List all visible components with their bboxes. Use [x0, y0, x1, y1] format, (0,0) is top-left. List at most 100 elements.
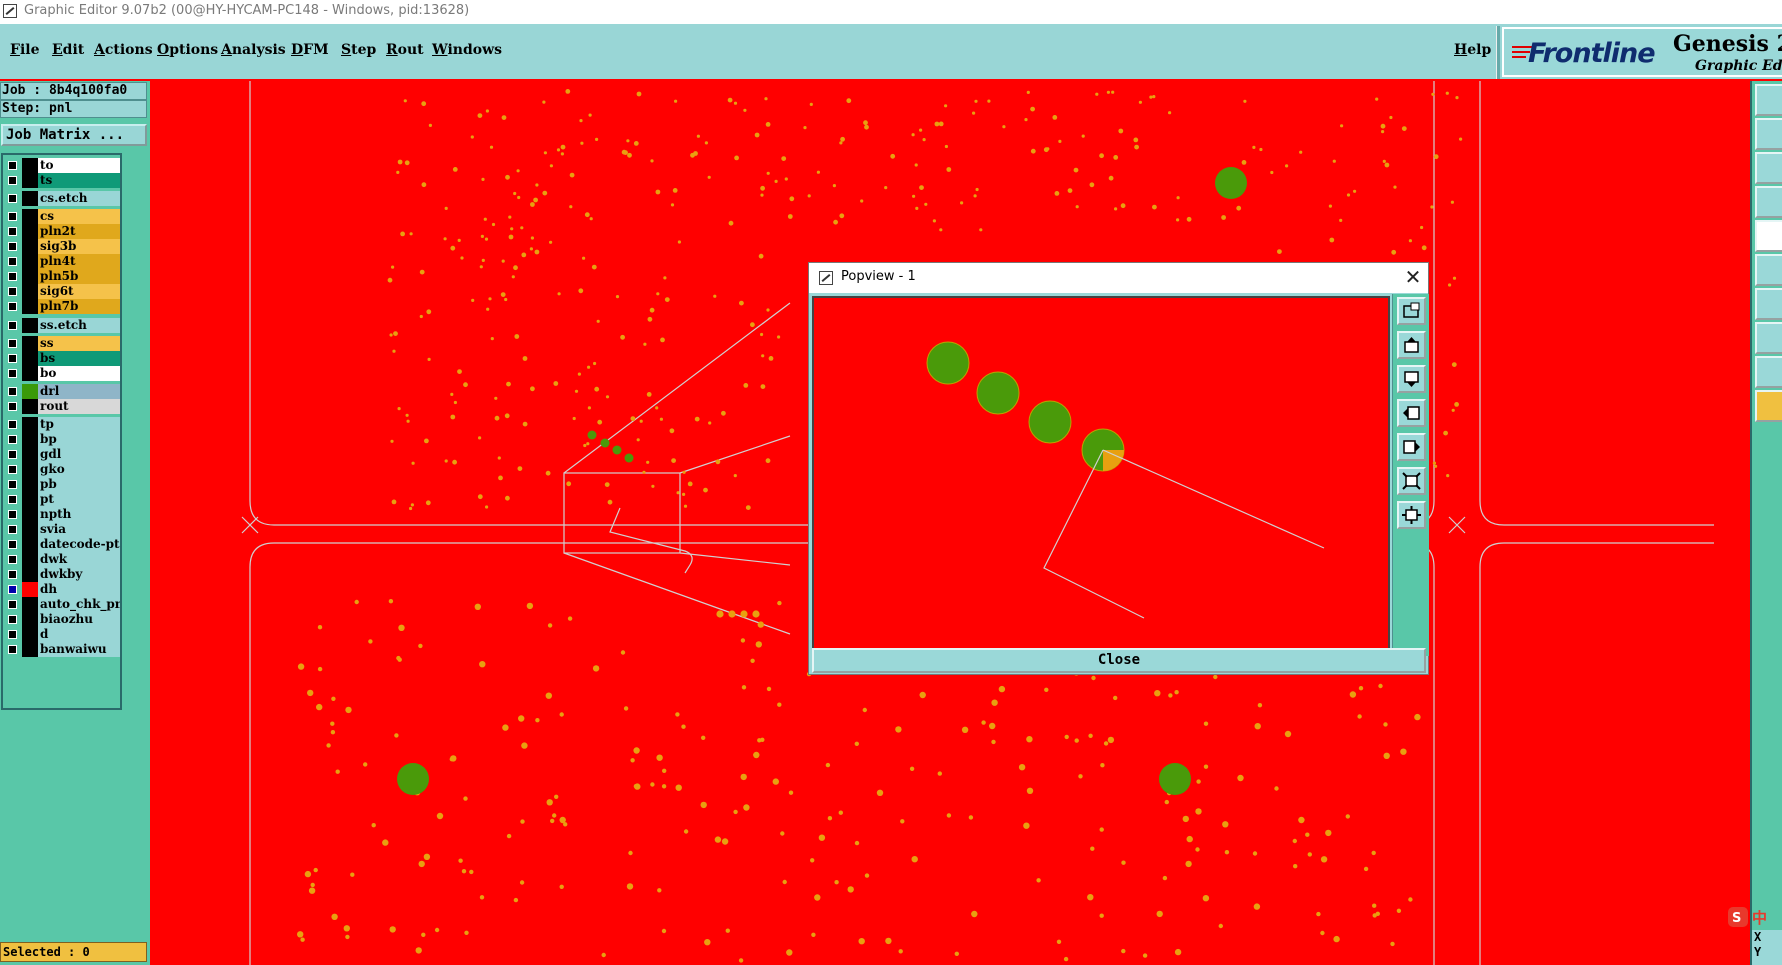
- layer-checkbox[interactable]: [8, 194, 17, 203]
- layer-row[interactable]: sig3b: [3, 239, 120, 254]
- layer-row[interactable]: gdl: [3, 447, 120, 462]
- menu-step[interactable]: Step: [341, 42, 376, 58]
- layer-row[interactable]: auto_chk_pnl: [3, 597, 120, 612]
- layer-row[interactable]: pb: [3, 477, 120, 492]
- layer-checkbox[interactable]: [8, 302, 17, 311]
- layer-checkbox[interactable]: [8, 402, 17, 411]
- menu-rout[interactable]: Rout: [386, 42, 424, 58]
- layer-color-swatch[interactable]: [22, 432, 38, 447]
- popview-viewport[interactable]: [812, 296, 1390, 655]
- layer-name[interactable]: datecode-ptc: [38, 537, 120, 552]
- layer-checkbox[interactable]: [8, 161, 17, 170]
- layer-name[interactable]: pln4t: [38, 254, 120, 269]
- layer-color-swatch[interactable]: [22, 507, 38, 522]
- layer-row[interactable]: bo: [3, 366, 120, 381]
- layer-color-swatch[interactable]: [22, 269, 38, 284]
- layer-color-swatch[interactable]: [22, 158, 38, 173]
- layer-row[interactable]: to: [3, 158, 120, 173]
- layer-name[interactable]: auto_chk_pnl: [38, 597, 120, 612]
- layer-color-swatch[interactable]: [22, 336, 38, 351]
- layer-row[interactable]: sig6t: [3, 284, 120, 299]
- layer-checkbox[interactable]: [8, 555, 17, 564]
- layer-name[interactable]: ss.etch: [38, 318, 120, 333]
- zoom-home-icon[interactable]: [1397, 501, 1426, 529]
- layer-row[interactable]: pln2t: [3, 224, 120, 239]
- layer-row[interactable]: ss: [3, 336, 120, 351]
- net-tool-icon[interactable]: [1755, 254, 1782, 286]
- layer-checkbox[interactable]: [8, 257, 17, 266]
- layer-color-swatch[interactable]: [22, 366, 38, 381]
- pan-right-icon[interactable]: [1397, 433, 1426, 461]
- menu-actions[interactable]: Actions: [94, 42, 153, 58]
- snap-tool-icon[interactable]: [1755, 322, 1782, 354]
- layer-color-swatch[interactable]: [22, 173, 38, 188]
- layer-name[interactable]: pt: [38, 492, 120, 507]
- layer-checkbox[interactable]: [8, 212, 17, 221]
- layer-checkbox[interactable]: [8, 369, 17, 378]
- layer-row[interactable]: svia: [3, 522, 120, 537]
- layer-row[interactable]: npth: [3, 507, 120, 522]
- layer-name[interactable]: ss: [38, 336, 120, 351]
- menu-file[interactable]: File: [10, 42, 40, 58]
- layer-row[interactable]: banwaiwu: [3, 642, 120, 657]
- layer-row[interactable]: datecode-ptc: [3, 537, 120, 552]
- layer-checkbox[interactable]: [8, 480, 17, 489]
- layer-color-swatch[interactable]: [22, 351, 38, 366]
- layer-name[interactable]: dh: [38, 582, 120, 597]
- layer-checkbox[interactable]: [8, 242, 17, 251]
- layer-checkbox[interactable]: [8, 615, 17, 624]
- layer-row[interactable]: pln4t: [3, 254, 120, 269]
- layer-name[interactable]: banwaiwu: [38, 642, 120, 657]
- layer-checkbox[interactable]: [8, 630, 17, 639]
- layer-color-swatch[interactable]: [22, 612, 38, 627]
- layer-color-swatch[interactable]: [22, 209, 38, 224]
- layer-color-swatch[interactable]: [22, 284, 38, 299]
- layer-checkbox[interactable]: [8, 645, 17, 654]
- layer-color-swatch[interactable]: [22, 417, 38, 432]
- layer-checkbox[interactable]: [8, 272, 17, 281]
- layer-name[interactable]: biaozhu: [38, 612, 120, 627]
- layer-color-swatch[interactable]: [22, 384, 38, 399]
- layer-color-swatch[interactable]: [22, 552, 38, 567]
- layer-checkbox[interactable]: [8, 465, 17, 474]
- layer-color-swatch[interactable]: [22, 318, 38, 333]
- layer-row[interactable]: biaozhu: [3, 612, 120, 627]
- layer-color-swatch[interactable]: [22, 191, 38, 206]
- layer-name[interactable]: sig3b: [38, 239, 120, 254]
- layer-row[interactable]: pln5b: [3, 269, 120, 284]
- layer-color-swatch[interactable]: [22, 567, 38, 582]
- layer-color-swatch[interactable]: [22, 597, 38, 612]
- layer-checkbox[interactable]: [8, 540, 17, 549]
- layer-color-swatch[interactable]: [22, 642, 38, 657]
- layer-checkbox[interactable]: [8, 570, 17, 579]
- layer-row[interactable]: bs: [3, 351, 120, 366]
- layer-checkbox[interactable]: [8, 321, 17, 330]
- close-icon[interactable]: ✕: [1401, 265, 1425, 289]
- layer-color-swatch[interactable]: [22, 254, 38, 269]
- layer-checkbox[interactable]: [8, 435, 17, 444]
- menu-options[interactable]: Options: [157, 42, 218, 58]
- layer-color-swatch[interactable]: [22, 477, 38, 492]
- triangle-tool-icon[interactable]: [1755, 356, 1782, 388]
- layer-name[interactable]: cs.etch: [38, 191, 120, 206]
- layer-name[interactable]: bo: [38, 366, 120, 381]
- pan-down-icon[interactable]: [1397, 365, 1426, 393]
- layer-name[interactable]: sig6t: [38, 284, 120, 299]
- layer-name[interactable]: bs: [38, 351, 120, 366]
- angle-tool-icon[interactable]: [1755, 288, 1782, 320]
- layer-row[interactable]: ts: [3, 173, 120, 188]
- layer-checkbox[interactable]: [8, 287, 17, 296]
- fit-tool-icon[interactable]: [1755, 152, 1782, 184]
- layer-row[interactable]: ss.etch: [3, 318, 120, 333]
- layer-checkbox[interactable]: [8, 227, 17, 236]
- layer-row[interactable]: gko: [3, 462, 120, 477]
- layer-checkbox[interactable]: [8, 176, 17, 185]
- menu-edit[interactable]: Edit: [52, 42, 84, 58]
- layer-name[interactable]: drl: [38, 384, 120, 399]
- layer-name[interactable]: pln5b: [38, 269, 120, 284]
- layer-checkbox[interactable]: [8, 387, 17, 396]
- pan-tool-icon[interactable]: [1755, 118, 1782, 150]
- layer-checkbox[interactable]: [8, 450, 17, 459]
- layer-name[interactable]: to: [38, 158, 120, 173]
- select-pointer-icon[interactable]: [1755, 390, 1782, 422]
